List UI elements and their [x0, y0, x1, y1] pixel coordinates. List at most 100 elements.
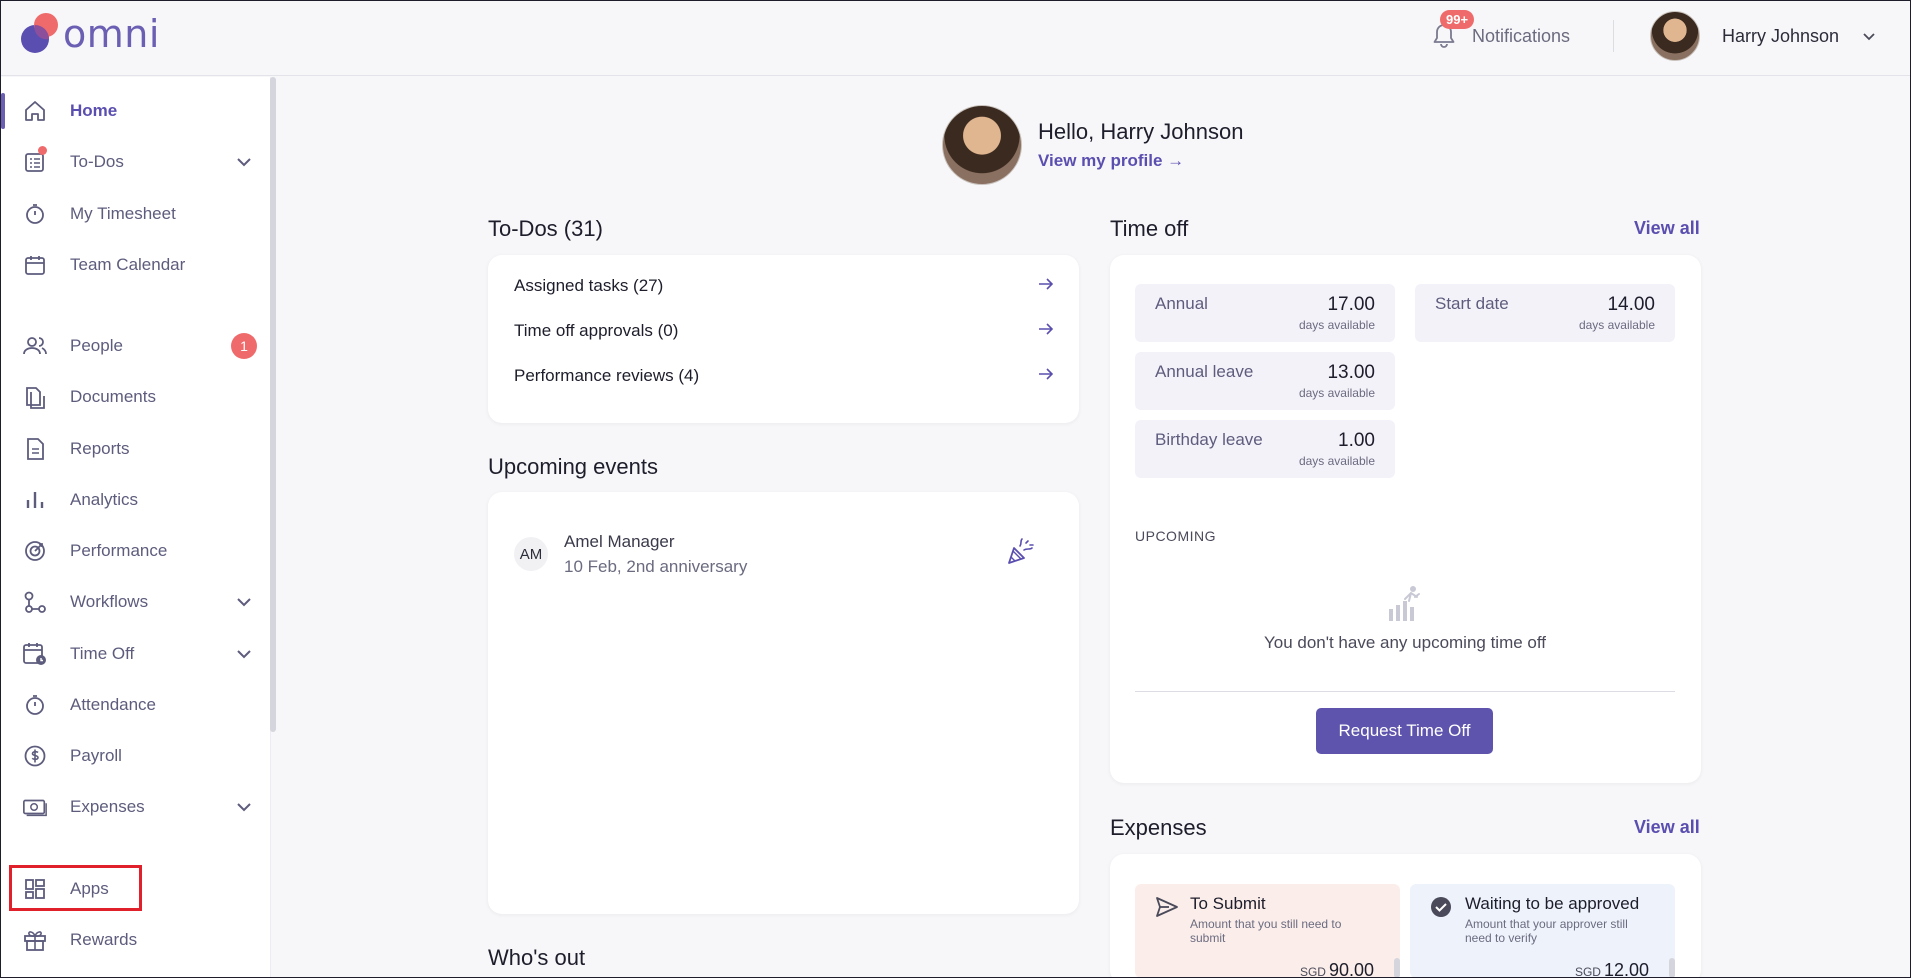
upcoming-events-card: AM Amel Manager 10 Feb, 2nd anniversary — [488, 492, 1079, 914]
expense-scrollbar[interactable] — [1669, 958, 1675, 978]
request-time-off-button[interactable]: Request Time Off — [1316, 708, 1493, 754]
sidebar-item-payroll[interactable]: Payroll — [0, 734, 270, 778]
time-off-title: Time off — [1110, 216, 1189, 241]
party-popper-icon — [1006, 536, 1036, 571]
balance-start-date[interactable]: Start date 14.00 days available — [1415, 284, 1675, 342]
todos-card: Assigned tasks (27) Time off approvals (… — [488, 255, 1079, 423]
todo-row-time-off-approvals[interactable]: Time off approvals (0) — [514, 316, 1054, 346]
upcoming-label: UPCOMING — [1135, 528, 1216, 544]
calendar-icon — [22, 252, 48, 278]
sidebar-item-label: Workflows — [70, 592, 149, 611]
documents-icon — [22, 384, 48, 410]
expense-title: To Submit — [1190, 894, 1266, 913]
sidebar-item-label: Documents — [70, 387, 156, 406]
workflow-icon — [22, 589, 48, 615]
balance-value: 14.00 — [1607, 294, 1655, 315]
chevron-down-icon[interactable] — [1857, 24, 1881, 48]
bar-chart-icon — [22, 487, 48, 513]
expenses-view-all-link[interactable]: View all — [1634, 817, 1700, 838]
sidebar-item-label: Rewards — [70, 930, 138, 949]
todo-list-icon — [22, 146, 48, 175]
time-off-divider — [1135, 691, 1675, 692]
event-date: 10 Feb, 2nd anniversary — [564, 557, 748, 576]
sidebar-item-label: People — [70, 336, 123, 355]
check-circle-icon — [1430, 896, 1452, 923]
sidebar-item-attendance[interactable]: Attendance — [0, 683, 270, 727]
sidebar-scrollbar[interactable] — [270, 77, 276, 732]
time-off-view-all-link[interactable]: View all — [1634, 218, 1700, 239]
apps-highlight-box — [9, 865, 142, 911]
chevron-down-icon[interactable] — [234, 592, 254, 612]
user-name: Harry Johnson — [1722, 25, 1840, 46]
balance-name: Annual leave — [1155, 362, 1254, 381]
expense-title: Waiting to be approved — [1465, 894, 1640, 913]
chevron-down-icon[interactable] — [234, 797, 254, 817]
sidebar-item-rewards[interactable]: Rewards — [0, 918, 270, 962]
balance-annual-leave[interactable]: Annual leave 13.00 days available — [1135, 352, 1395, 410]
balance-annual[interactable]: Annual 17.00 days available — [1135, 284, 1395, 342]
sidebar-item-expenses[interactable]: Expenses — [0, 785, 270, 829]
event-avatar: AM — [514, 537, 548, 571]
expense-description: Amount that your approver still need to … — [1465, 917, 1628, 945]
event-name: Amel Manager — [564, 532, 675, 551]
todos-title: To-Dos (31) — [488, 216, 603, 241]
sidebar-item-reports[interactable]: Reports — [0, 427, 270, 471]
sidebar-item-home[interactable]: Home — [0, 89, 270, 133]
balance-unit: days available — [1298, 454, 1375, 468]
sidebar-item-label: Home — [70, 101, 118, 120]
expense-scrollbar[interactable] — [1394, 958, 1400, 978]
sidebar-item-performance[interactable]: Performance — [0, 529, 270, 573]
view-my-profile-link[interactable]: View my profile → — [1038, 151, 1184, 171]
expense-currency: SGD — [1574, 965, 1601, 978]
chevron-down-icon[interactable] — [234, 644, 254, 664]
sidebar-item-label: To-Dos — [70, 152, 124, 171]
todo-row-label: Assigned tasks (27) — [514, 276, 664, 295]
sidebar-item-label: Analytics — [70, 490, 139, 509]
empty-time-off-text: You don't have any upcoming time off — [1263, 633, 1547, 652]
header-divider — [1613, 20, 1614, 52]
arrow-right-icon — [1038, 276, 1054, 296]
balance-birthday-leave[interactable]: Birthday leave 1.00 days available — [1135, 420, 1395, 478]
chevron-down-icon[interactable] — [234, 152, 254, 172]
balance-unit: days available — [1298, 318, 1375, 332]
expense-description: Amount that you still need to submit — [1190, 917, 1342, 945]
stopwatch-icon — [22, 692, 48, 718]
sidebar-item-label: Reports — [70, 439, 130, 458]
omni-logo[interactable]: omni — [19, 12, 160, 56]
people-count-badge: 1 — [231, 333, 257, 359]
todo-row-assigned-tasks[interactable]: Assigned tasks (27) — [514, 271, 1054, 301]
balance-value: 13.00 — [1327, 362, 1375, 383]
todo-row-performance-reviews[interactable]: Performance reviews (4) — [514, 361, 1054, 391]
stopwatch-icon — [22, 201, 48, 227]
expense-to-submit[interactable]: To Submit Amount that you still need to … — [1135, 884, 1400, 978]
greeting: Hello, Harry Johnson View my profile → — [942, 105, 1243, 185]
expense-amount-wrap: SGD 90.00 — [1300, 960, 1374, 978]
sidebar-item-team-calendar[interactable]: Team Calendar — [0, 243, 270, 287]
sidebar-item-documents[interactable]: Documents — [0, 375, 270, 419]
expense-amount: 12.00 — [1603, 960, 1649, 978]
user-menu[interactable]: Harry Johnson — [1650, 11, 1881, 61]
sidebar-item-label: My Timesheet — [70, 204, 176, 223]
sidebar-item-time-off[interactable]: Time Off — [0, 632, 270, 676]
sidebar-item-label: Time Off — [70, 644, 135, 663]
omni-logo-mark-icon — [21, 13, 58, 53]
sidebar-item-people[interactable]: People 1 — [0, 324, 270, 368]
whos-out-title: Who's out — [488, 945, 586, 970]
gift-icon — [22, 927, 48, 953]
sidebar-item-workflows[interactable]: Workflows — [0, 580, 270, 624]
notifications-label: Notifications — [1472, 25, 1571, 46]
sidebar-item-analytics[interactable]: Analytics — [0, 478, 270, 522]
expense-amount-wrap: SGD 12.00 — [1575, 960, 1649, 978]
sidebar-item-label: Team Calendar — [70, 255, 186, 274]
balance-name: Start date — [1435, 294, 1509, 313]
greeting-title: Hello, Harry Johnson — [1038, 119, 1244, 144]
sidebar-item-my-timesheet[interactable]: My Timesheet — [0, 192, 270, 236]
expense-waiting-approval[interactable]: Waiting to be approved Amount that your … — [1410, 884, 1675, 978]
sidebar-item-todos[interactable]: To-Dos — [0, 140, 270, 184]
home-icon — [22, 98, 48, 124]
expense-currency: SGD — [1299, 965, 1326, 978]
notifications-button[interactable]: 99+ Notifications — [1430, 10, 1571, 54]
sidebar-item-label: Attendance — [70, 695, 157, 714]
report-icon — [22, 436, 48, 462]
todo-row-label: Time off approvals (0) — [514, 321, 679, 340]
